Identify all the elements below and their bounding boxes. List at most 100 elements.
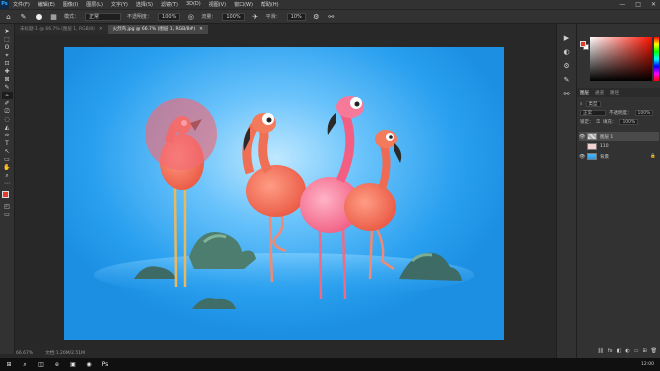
adjustments-icon[interactable]: ◐	[562, 47, 572, 57]
tool-icon[interactable]: ⌕	[2, 172, 13, 179]
lock-icon[interactable]: ⚿	[597, 119, 600, 125]
menu-item[interactable]: 窗口(W)	[230, 1, 257, 8]
tool-icon[interactable]: ✚	[2, 68, 13, 75]
taskbar-app-icon[interactable]: ⌕	[21, 361, 29, 369]
layer-kind-select[interactable]: 类型	[585, 100, 601, 107]
tool-icon[interactable]: ↖	[2, 148, 13, 155]
layer-action-icon[interactable]: fx	[608, 348, 613, 357]
panel-foreground-swatch[interactable]	[580, 41, 586, 47]
tool-icon[interactable]: ⊡	[2, 60, 13, 67]
tool-icon[interactable]: T	[2, 140, 13, 147]
tool-icon[interactable]: ⊠	[2, 76, 13, 83]
tool-icon[interactable]: ◌	[2, 116, 13, 123]
tab-channels[interactable]: 通道	[595, 90, 604, 96]
blend-mode-select[interactable]: 正常	[580, 109, 606, 116]
tool-icon[interactable]: ⬚	[2, 36, 13, 43]
close-button[interactable]: ✕	[651, 1, 656, 8]
brush-preset-picker[interactable]	[34, 12, 43, 21]
opacity-field[interactable]: 100%	[158, 12, 181, 21]
document-image[interactable]	[64, 47, 504, 340]
layer-opacity-label: 不透明度：	[609, 110, 632, 116]
taskbar-app-icon[interactable]: Ps	[101, 361, 109, 369]
zoom-level[interactable]: 66.67%	[16, 350, 33, 358]
tool-icon[interactable]: ʘ	[2, 44, 13, 51]
tab-close-icon[interactable]: ✕	[199, 25, 203, 34]
color-field[interactable]	[590, 37, 652, 81]
document-size[interactable]: 文档:1.20M/2.51M	[45, 350, 85, 358]
layer-row[interactable]: 👁 图层 1	[579, 132, 659, 141]
hue-slider[interactable]	[654, 37, 659, 81]
layer-thumbnail	[587, 153, 597, 160]
tool-icon[interactable]: ⌖	[2, 52, 13, 59]
brush-settings-icon[interactable]: ▦	[49, 12, 58, 21]
tab-close-icon[interactable]: ✕	[99, 25, 103, 34]
menu-item[interactable]: 图层(L)	[82, 1, 107, 8]
tool-icon[interactable]: ▭	[2, 156, 13, 163]
pressure-opacity-icon[interactable]: ◎	[186, 12, 195, 21]
brush-tool-icon[interactable]: ✎	[19, 12, 28, 21]
tool-icon[interactable]: ✋	[2, 164, 13, 171]
menu-item[interactable]: 3D(D)	[182, 1, 205, 8]
layer-action-icon[interactable]: ▭	[634, 348, 639, 357]
layer-action-icon[interactable]: 🗑	[651, 348, 657, 357]
quick-mask-icon[interactable]: ◰	[2, 203, 13, 210]
flamingo-artwork	[94, 96, 474, 309]
play-action-icon[interactable]: ▶	[562, 33, 572, 43]
layer-action-icon[interactable]: ⛓	[598, 348, 604, 357]
eye-icon[interactable]: 👁	[579, 134, 585, 140]
tool-icon[interactable]: ✑	[2, 132, 13, 139]
foreground-color-swatch[interactable]	[2, 191, 9, 198]
tool-icon[interactable]: ◭	[2, 124, 13, 131]
taskbar-app-icon[interactable]: ▣	[69, 361, 77, 369]
menu-item[interactable]: 图像(I)	[59, 1, 82, 8]
menu-item[interactable]: 文字(Y)	[107, 1, 132, 8]
taskbar-app-icon[interactable]: ⊞	[5, 361, 13, 369]
layer-action-icon[interactable]: ◐	[625, 348, 629, 357]
layer-action-icon[interactable]: ◧	[617, 348, 622, 357]
canvas-area[interactable]	[15, 34, 556, 350]
properties-icon[interactable]: ⚙	[562, 61, 572, 71]
home-icon[interactable]: ⌂	[4, 12, 13, 21]
screen-mode-icon[interactable]: ▭	[2, 211, 13, 218]
layer-row[interactable]: 👁 背景 🔒	[579, 152, 659, 161]
mode-select[interactable]: 正常	[85, 12, 122, 21]
eye-icon[interactable]: 👁	[579, 154, 585, 160]
layer-row[interactable]: 110	[579, 142, 659, 151]
menu-item[interactable]: 文件(F)	[9, 1, 34, 8]
tool-icon[interactable]: ✐	[2, 100, 13, 107]
symmetry-icon[interactable]: ⚯	[327, 12, 336, 21]
smoothing-settings-icon[interactable]: ⚙	[312, 12, 321, 21]
tool-icon[interactable]: ⋯	[2, 180, 13, 187]
menu-item[interactable]: 帮助(H)	[257, 1, 283, 8]
search-icon: ⌕	[580, 101, 583, 107]
minimize-button[interactable]: —	[619, 1, 625, 8]
fill-field[interactable]: 100%	[619, 118, 639, 125]
brush-panel-icon[interactable]: ✎	[562, 75, 572, 85]
symmetry-panel-icon[interactable]: ⚯	[562, 89, 572, 99]
tool-icon[interactable]: ➤	[2, 28, 13, 35]
layer-name[interactable]: 图层 1	[600, 134, 613, 140]
tool-icon[interactable]: ✎	[2, 84, 13, 91]
menu-item[interactable]: 编辑(E)	[34, 1, 59, 8]
tool-icon[interactable]: ⎚	[2, 108, 13, 115]
taskbar-app-icon[interactable]: ◉	[85, 361, 93, 369]
tab-untitled[interactable]: 未标题-1 @ 66.7% (图层 1, RGB/8) ✕	[15, 25, 108, 34]
tab-paths[interactable]: 路径	[610, 90, 619, 96]
menu-item[interactable]: 选择(S)	[132, 1, 157, 8]
layer-name[interactable]: 110	[600, 144, 609, 149]
airbrush-icon[interactable]: ✈	[251, 12, 260, 21]
color-swatches[interactable]	[1, 190, 13, 202]
flow-field[interactable]: 100%	[222, 12, 245, 21]
tool-icon[interactable]: ⌁	[1, 92, 13, 99]
layer-action-icon[interactable]: ⊞	[642, 348, 646, 357]
taskbar-app-icon[interactable]: e	[53, 361, 61, 369]
menu-item[interactable]: 滤镜(T)	[157, 1, 182, 8]
taskbar-app-icon[interactable]: ◫	[37, 361, 45, 369]
tab-flamingo[interactable]: 火烈鸟.jpg @ 66.7% (图层 1, RGB/8#) ✕	[107, 25, 208, 34]
smooth-field[interactable]: 10%	[286, 12, 306, 21]
menu-item[interactable]: 视图(V)	[205, 1, 230, 8]
tab-layers[interactable]: 图层	[580, 90, 589, 96]
maximize-button[interactable]: □	[635, 1, 641, 8]
layer-name[interactable]: 背景	[600, 154, 609, 160]
layer-opacity-field[interactable]: 100%	[634, 109, 654, 116]
